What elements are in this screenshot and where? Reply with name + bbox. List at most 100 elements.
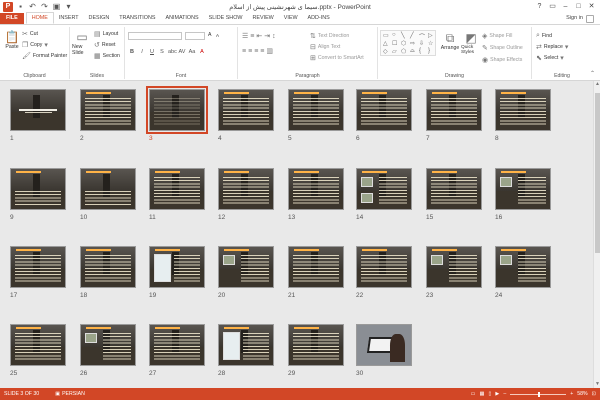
select-button[interactable]: ⬉ Select ▾ — [536, 54, 564, 62]
slide-thumbnail[interactable] — [80, 168, 136, 210]
convert-smartart-button[interactable]: ⊞ Convert to SmartArt — [310, 54, 364, 62]
slide-thumbnail[interactable] — [426, 168, 482, 210]
minimize-button[interactable]: – — [559, 0, 572, 12]
zoom-out-button[interactable]: – — [503, 391, 506, 397]
slide-thumbnail[interactable] — [288, 246, 344, 288]
shape-fill-button[interactable]: ◈ Shape Fill — [482, 32, 512, 40]
font-format-button[interactable]: abc — [168, 49, 177, 55]
reading-view-icon[interactable]: ▯ — [488, 391, 491, 397]
tab-review[interactable]: REVIEW — [247, 13, 278, 24]
font-format-button[interactable]: U — [148, 49, 156, 55]
tab-add-ins[interactable]: ADD-INS — [303, 13, 335, 24]
slide-thumbnail[interactable] — [149, 168, 205, 210]
section-button[interactable]: ▦ Section — [94, 52, 120, 60]
slide-thumbnail[interactable] — [10, 246, 66, 288]
paste-button[interactable]: 📋 Paste — [3, 30, 21, 50]
tab-view[interactable]: VIEW — [279, 13, 303, 24]
slide-thumbnail[interactable] — [218, 246, 274, 288]
slide-thumbnail[interactable] — [218, 324, 274, 366]
tab-transitions[interactable]: TRANSITIONS — [114, 13, 160, 24]
slide-thumbnail[interactable] — [10, 324, 66, 366]
slide-thumbnail[interactable] — [288, 89, 344, 131]
new-slide-button[interactable]: ▭ New Slide — [72, 30, 92, 56]
font-size-combo[interactable] — [185, 32, 205, 40]
grow-font-button[interactable]: A — [208, 32, 211, 38]
slide-thumbnail[interactable] — [426, 89, 482, 131]
slide-thumbnail[interactable] — [495, 246, 551, 288]
help-button[interactable]: ? — [533, 0, 546, 12]
slide-thumbnail[interactable] — [218, 168, 274, 210]
scrollbar-thumb[interactable] — [595, 93, 600, 253]
slide-thumbnail[interactable] — [10, 168, 66, 210]
slide-sorter-view-icon[interactable]: ▦ — [480, 391, 485, 397]
slide-thumbnail[interactable] — [288, 324, 344, 366]
quick-styles-button[interactable]: ◩ Quick Styles — [461, 31, 481, 55]
reset-button[interactable]: ↺ Reset — [94, 41, 115, 49]
slide-thumbnail[interactable] — [356, 89, 412, 131]
tab-animations[interactable]: ANIMATIONS — [160, 13, 203, 24]
signin-link[interactable]: Sign in — [566, 13, 583, 24]
arrange-button[interactable]: ⧉ Arrange — [440, 31, 460, 52]
avatar[interactable] — [586, 14, 594, 23]
normal-view-icon[interactable]: ▭ — [471, 391, 476, 397]
slide-thumbnail[interactable] — [495, 168, 551, 210]
slide-thumbnail[interactable] — [10, 89, 66, 131]
zoom-slider[interactable] — [510, 391, 567, 397]
shapes-gallery[interactable]: ▭ ○ ╲ ╱ ⌒ ▷ △ ☐ ⬡ ⇨ ⇩ ☆ ◇ ▱ ⬠ ⌓{} — [380, 30, 436, 56]
align-buttons[interactable]: ≡ ≡ ≡ ≡ ▥ — [242, 47, 273, 56]
close-button[interactable]: ✕ — [585, 0, 598, 12]
slide-thumbnail[interactable] — [356, 324, 412, 366]
slide-thumbnail[interactable] — [80, 89, 136, 131]
font-format-button[interactable]: S — [158, 49, 166, 55]
slide-thumbnail[interactable] — [495, 89, 551, 131]
tab-design[interactable]: DESIGN — [84, 13, 115, 24]
bullets-button[interactable]: ☰ ≡ ⇤ ⇥ ↕ — [242, 32, 276, 41]
zoom-slider-knob[interactable] — [538, 391, 541, 397]
font-format-button[interactable]: Aa — [188, 49, 196, 55]
slide-thumbnail[interactable] — [80, 324, 136, 366]
slide-thumbnail[interactable] — [149, 324, 205, 366]
slide-thumbnail[interactable] — [218, 89, 274, 131]
layout-button[interactable]: ▤ Layout — [94, 30, 118, 38]
slide-thumbnail[interactable] — [80, 246, 136, 288]
font-format-button[interactable]: I — [138, 49, 146, 55]
slide-thumbnail[interactable] — [146, 86, 208, 134]
tab-home[interactable]: HOME — [25, 12, 54, 24]
start-from-beginning-icon[interactable]: ▣ — [52, 2, 61, 11]
format-painter-button[interactable]: 🖌 Format Painter — [22, 52, 67, 60]
font-format-button[interactable]: AV — [178, 49, 186, 55]
vertical-scrollbar[interactable]: ▲ ▼ — [593, 81, 600, 388]
text-direction-button[interactable]: ⇅ Text Direction — [310, 32, 349, 40]
zoom-in-button[interactable]: + — [570, 391, 573, 397]
find-button[interactable]: ⌕ Find — [536, 32, 552, 40]
slide-thumbnail[interactable] — [426, 246, 482, 288]
undo-icon[interactable]: ↶ — [28, 2, 37, 11]
ribbon-display-options-button[interactable]: ▭ — [546, 0, 559, 12]
customize-qat-icon[interactable]: ▾ — [64, 2, 73, 11]
zoom-level[interactable]: 58% — [577, 391, 587, 397]
maximize-button[interactable]: □ — [572, 0, 585, 12]
scroll-down-icon[interactable]: ▼ — [594, 381, 600, 388]
replace-button[interactable]: ⇄ Replace ▾ — [536, 43, 568, 51]
shape-outline-button[interactable]: ✎ Shape Outline — [482, 44, 523, 52]
slide-thumbnail[interactable] — [288, 168, 344, 210]
align-text-button[interactable]: ⊟ Align Text — [310, 43, 340, 51]
cut-button[interactable]: ✂ Cut — [22, 30, 38, 38]
font-name-combo[interactable] — [128, 32, 182, 40]
collapse-ribbon-icon[interactable]: ⌃ — [590, 70, 595, 77]
font-format-button[interactable]: B — [128, 49, 136, 55]
shape-effects-button[interactable]: ◉ Shape Effects — [482, 56, 522, 64]
tab-insert[interactable]: INSERT — [54, 13, 84, 24]
save-icon[interactable]: ▪ — [16, 2, 25, 11]
slide-thumbnail[interactable] — [356, 168, 412, 210]
slide-show-icon[interactable]: ▶ — [495, 391, 499, 397]
tab-slide-show[interactable]: SLIDE SHOW — [204, 13, 248, 24]
shrink-font-button[interactable]: A — [216, 33, 219, 38]
slide-thumbnail[interactable] — [149, 246, 205, 288]
copy-button[interactable]: ❐ Copy ▾ — [22, 41, 48, 49]
redo-icon[interactable]: ↷ — [40, 2, 49, 11]
language-indicator[interactable]: ▣ PERSIAN — [55, 391, 85, 397]
font-format-button[interactable]: A — [198, 49, 206, 55]
fit-to-window-icon[interactable]: ⊡ — [592, 391, 596, 397]
scroll-up-icon[interactable]: ▲ — [594, 81, 600, 88]
